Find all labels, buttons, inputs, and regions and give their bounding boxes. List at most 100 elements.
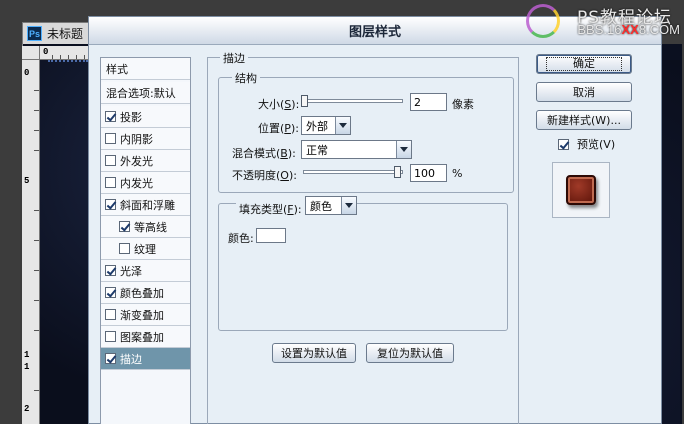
styles-list: 样式 混合选项:默认 投影内阴影外发光内发光斜面和浮雕等高线纹理光泽颜色叠加渐变… [100,57,191,424]
ruler-mark [84,55,85,59]
ruler-mark [34,90,39,91]
fill-type-value: 颜色 [310,199,332,213]
ruler-mark [60,55,61,59]
style-item[interactable]: 斜面和浮雕 [101,194,190,216]
ruler-vertical[interactable]: 0 5 1 1 2 [22,60,40,424]
style-item[interactable]: 投影 [101,106,190,128]
opacity-unit: % [452,167,463,180]
style-checkbox[interactable] [105,133,116,144]
style-item[interactable]: 渐变叠加 [101,304,190,326]
ruler-tick: 0 [24,68,30,78]
style-item-label: 斜面和浮雕 [120,198,175,212]
ruler-tick: 1 [24,350,30,360]
color-label: 颜色: [228,232,254,245]
opacity-slider-track[interactable] [303,170,403,174]
dialog-title: 图层样式 [348,25,401,40]
size-input[interactable]: 2 [410,93,447,111]
blend-mode-label: 混合模式(B): [232,147,296,160]
size-label: 大小(S): [258,98,300,111]
style-checkbox[interactable] [119,243,130,254]
blend-options-item[interactable]: 混合选项:默认 [101,82,190,104]
ruler-mark [34,210,39,211]
style-item[interactable]: 等高线 [101,216,190,238]
cancel-button[interactable]: 取消 [536,82,632,102]
new-style-button[interactable]: 新建样式(W)... [536,110,632,130]
ruler-tick: 5 [24,176,30,186]
new-style-label: 新建样式(W)... [547,114,621,127]
opacity-label: 不透明度(O): [232,169,297,182]
style-item-label: 等高线 [134,220,167,234]
style-checkbox[interactable] [105,353,116,364]
set-default-button[interactable]: 设置为默认值 [272,343,356,363]
blend-options-label: 混合选项:默认 [106,86,176,100]
document-tab-title: 未标题 [47,27,84,41]
style-checkbox[interactable] [105,287,116,298]
style-item[interactable]: 外发光 [101,150,190,172]
position-select[interactable]: 外部 [301,116,351,135]
ruler-tick: 2 [24,404,30,414]
preview-thumbnail [566,175,596,205]
style-checkbox[interactable] [105,155,116,166]
ruler-mark [52,55,53,59]
style-checkbox[interactable] [105,199,116,210]
size-slider-thumb[interactable] [301,95,308,107]
ruler-corner [22,46,40,60]
styles-header[interactable]: 样式 [101,58,190,80]
structure-title: 结构 [232,70,260,86]
reset-default-button[interactable]: 复位为默认值 [366,343,454,363]
style-item-label: 外发光 [120,154,153,168]
stroke-color-swatch[interactable] [256,228,286,243]
style-item[interactable]: 光泽 [101,260,190,282]
opacity-slider-thumb[interactable] [394,166,401,178]
style-item[interactable]: 描边 [101,348,190,370]
style-checkbox[interactable] [105,111,116,122]
fill-box [218,203,508,331]
reset-default-label: 复位为默认值 [377,347,443,360]
blend-mode-select[interactable]: 正常 [301,140,412,159]
style-checkbox[interactable] [105,309,116,320]
preview-toggle[interactable]: 预览(V) [554,136,615,152]
style-item-label: 纹理 [134,242,156,256]
set-default-label: 设置为默认值 [281,347,347,360]
style-item-label: 投影 [120,110,142,124]
preview-label: 预览(V) [577,138,616,151]
opacity-input[interactable]: 100 [410,164,447,182]
style-checkbox[interactable] [105,331,116,342]
ruler-mark [76,55,77,59]
position-label: 位置(P): [258,122,299,135]
style-item[interactable]: 颜色叠加 [101,282,190,304]
chevron-down-icon [341,197,356,214]
canvas-marching-ants [48,60,88,63]
style-item[interactable]: 纹理 [101,238,190,260]
fill-type-label: 填充类型(F): [236,201,305,217]
dialog-titlebar[interactable]: 图层样式 [89,17,661,45]
size-slider-track[interactable] [303,99,403,103]
ruler-mark [34,110,39,111]
style-checkbox[interactable] [119,221,130,232]
fill-type-select[interactable]: 颜色 [305,196,357,215]
style-item[interactable]: 内发光 [101,172,190,194]
style-checkbox[interactable] [105,265,116,276]
ruler-mark [34,300,39,301]
style-item-label: 颜色叠加 [120,286,164,300]
size-unit: 像素 [452,98,474,111]
stroke-group-title: 描边 [220,50,248,66]
style-item[interactable]: 内阴影 [101,128,190,150]
preview-box [552,162,610,218]
style-checkbox[interactable] [105,177,116,188]
ruler-horizontal[interactable]: 0 [40,46,90,60]
ruler-mark [68,55,69,59]
ruler-mark [34,150,39,151]
blend-mode-value: 正常 [306,143,328,157]
ruler-mark [34,130,39,131]
style-item-label: 描边 [120,352,142,366]
ruler-mark [34,330,39,331]
ruler-mark [34,240,39,241]
preview-checkbox[interactable] [558,138,569,150]
position-value: 外部 [306,119,328,133]
ok-button[interactable]: 确定 [536,54,632,74]
style-item-label: 渐变叠加 [120,308,164,322]
style-item[interactable]: 图案叠加 [101,326,190,348]
ruler-mark [34,270,39,271]
ok-label: 确定 [546,57,622,71]
